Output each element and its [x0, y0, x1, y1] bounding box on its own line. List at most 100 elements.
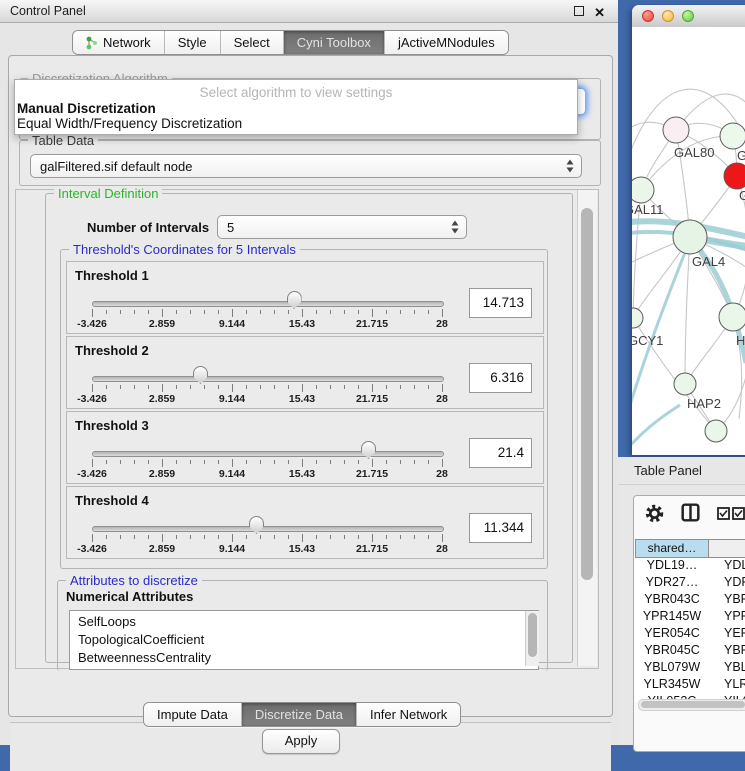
- minimize-traffic-light-icon[interactable]: [662, 10, 674, 22]
- control-panel-titlebar: Control Panel ✕: [0, 0, 618, 23]
- window-title: Control Panel: [0, 4, 86, 18]
- slider-tick-label: 28: [412, 543, 472, 555]
- apply-button[interactable]: Apply: [262, 729, 340, 754]
- tab-cyni-toolbox[interactable]: Cyni Toolbox: [283, 31, 384, 54]
- column-header-name[interactable]: name: [709, 539, 745, 558]
- table-row[interactable]: YDL19…YDL19: [635, 558, 745, 575]
- slider-tick: [330, 460, 331, 464]
- scrollbar-thumb[interactable]: [641, 701, 745, 708]
- network-node-HAP2[interactable]: [674, 373, 696, 395]
- slider-track[interactable]: [92, 526, 444, 532]
- cell-name[interactable]: YER054C: [709, 626, 745, 643]
- slider-tick: [190, 535, 191, 539]
- tab-impute-data[interactable]: Impute Data: [144, 703, 241, 726]
- threshold-value-field[interactable]: 6.316: [469, 363, 532, 393]
- slider-tick: [246, 385, 247, 389]
- checkbox-icons[interactable]: [717, 507, 745, 520]
- threshold-value-field[interactable]: 11.344: [469, 513, 532, 543]
- tab-jactivemnodules[interactable]: jActiveMNodules: [384, 31, 508, 54]
- cell-name[interactable]: YBL079W: [709, 660, 745, 677]
- table-data-combo[interactable]: galFiltered.sif default node: [30, 154, 582, 178]
- tab-style[interactable]: Style: [164, 31, 220, 54]
- cell-name[interactable]: YBR045C: [709, 643, 745, 660]
- popup-option-manual-discretization[interactable]: Manual Discretization: [17, 101, 156, 116]
- tab-discretize-data[interactable]: Discretize Data: [241, 703, 356, 726]
- cell-shared-name[interactable]: YER054C: [635, 626, 709, 643]
- cell-name[interactable]: YDR27: [709, 575, 745, 592]
- network-node-GA[interactable]: [720, 123, 745, 149]
- cell-shared-name[interactable]: YLR345W: [635, 677, 709, 694]
- network-graph[interactable]: GAL80GAGGAL11GAL4GCY1HHAP2: [632, 27, 745, 455]
- threshold-3-panel: Threshold 3 -3.4262.8599.14415.4321.7152…: [66, 411, 544, 484]
- close-icon[interactable]: ✕: [594, 2, 605, 24]
- table-row[interactable]: YDR27…YDR27: [635, 575, 745, 592]
- slider-track[interactable]: [92, 376, 444, 382]
- network-canvas[interactable]: GAL80GAGGAL11GAL4GCY1HHAP2: [632, 27, 745, 455]
- zoom-traffic-light-icon[interactable]: [682, 10, 694, 22]
- network-edge[interactable]: [685, 237, 690, 384]
- cell-shared-name[interactable]: YBR043C: [635, 592, 709, 609]
- cell-shared-name[interactable]: YBL079W: [635, 660, 709, 677]
- split-columns-icon[interactable]: [681, 503, 700, 522]
- network-node-GAL4[interactable]: [673, 220, 707, 254]
- network-node-H[interactable]: [719, 303, 745, 331]
- cell-shared-name[interactable]: YBR045C: [635, 643, 709, 660]
- slider-tick: [330, 385, 331, 389]
- number-of-intervals-combo[interactable]: 5: [217, 215, 467, 239]
- list-scrollbar[interactable]: [525, 611, 539, 666]
- tab-infer-network[interactable]: Infer Network: [356, 703, 460, 726]
- threshold-value-field[interactable]: 21.4: [469, 438, 532, 468]
- scrollbar-thumb[interactable]: [581, 208, 593, 580]
- numerical-attributes-list[interactable]: SelfLoopsTopologicalCoefficientBetweenne…: [69, 610, 539, 670]
- column-header-shared[interactable]: shared…: [635, 539, 709, 558]
- cell-shared-name[interactable]: YPR145W: [635, 609, 709, 626]
- attribute-list-item[interactable]: TopologicalCoefficient: [70, 631, 538, 649]
- network-node-label: GAL4: [692, 254, 725, 269]
- cell-shared-name[interactable]: YDL19…: [635, 558, 709, 575]
- cyni-toolbox-panel: Discretization Algorithm Table Data galF…: [8, 55, 613, 717]
- vertical-scrollbar[interactable]: [577, 190, 597, 666]
- table-row[interactable]: YLR345WYLR345W: [635, 677, 745, 694]
- tab-network[interactable]: Network: [73, 31, 164, 54]
- threshold-value-field[interactable]: 14.713: [469, 288, 532, 318]
- divider: [618, 484, 745, 485]
- slider-tick: [260, 385, 261, 389]
- network-node-GAL80[interactable]: [663, 117, 689, 143]
- slider-track[interactable]: [92, 301, 444, 307]
- table-row[interactable]: YBR043CYBR043C: [635, 592, 745, 609]
- table-row[interactable]: YER054CYER054C: [635, 626, 745, 643]
- attribute-list-item[interactable]: BetweennessCentrality: [70, 649, 538, 667]
- gear-icon[interactable]: [645, 504, 664, 523]
- network-node-partial[interactable]: [705, 420, 727, 442]
- slider-tick: [288, 385, 289, 389]
- close-traffic-light-icon[interactable]: [642, 10, 654, 22]
- cell-name[interactable]: YBR043C: [709, 592, 745, 609]
- horizontal-scrollbar[interactable]: [638, 699, 745, 711]
- network-edge-weighted[interactable]: [632, 405, 680, 455]
- table-row[interactable]: YBR045CYBR045C: [635, 643, 745, 660]
- slider-tick: [316, 460, 317, 464]
- float-window-icon[interactable]: [574, 6, 584, 16]
- scrollbar-thumb[interactable]: [528, 613, 537, 657]
- network-node-GCY1[interactable]: [632, 308, 643, 328]
- thresholds-group: Threshold's Coordinates for 5 Intervals …: [60, 249, 548, 569]
- network-node-GAL11[interactable]: [632, 177, 654, 203]
- cell-name[interactable]: YDL19: [709, 558, 745, 575]
- table-body: YDL19…YDL19YDR27…YDR27YBR043CYBR043CYPR1…: [635, 558, 745, 703]
- slider-tick: [288, 310, 289, 314]
- attribute-list-item[interactable]: SelfLoops: [70, 613, 538, 631]
- slider-track[interactable]: [92, 451, 444, 457]
- slider-tick: [232, 384, 233, 392]
- network-window-titlebar: [632, 5, 745, 28]
- slider-tick: [288, 535, 289, 539]
- network-node-G[interactable]: [724, 163, 745, 189]
- cell-shared-name[interactable]: YDR27…: [635, 575, 709, 592]
- popup-option-equal-width-frequency[interactable]: Equal Width/Frequency Discretization: [17, 116, 242, 131]
- tab-select[interactable]: Select: [220, 31, 283, 54]
- cell-name[interactable]: YPR145W: [709, 609, 745, 626]
- slider-tick-label: 28: [412, 318, 472, 330]
- table-row[interactable]: YPR145WYPR145W: [635, 609, 745, 626]
- table-row[interactable]: YBL079WYBL079W: [635, 660, 745, 677]
- cell-name[interactable]: YLR345W: [709, 677, 745, 694]
- slider-tick: [386, 385, 387, 389]
